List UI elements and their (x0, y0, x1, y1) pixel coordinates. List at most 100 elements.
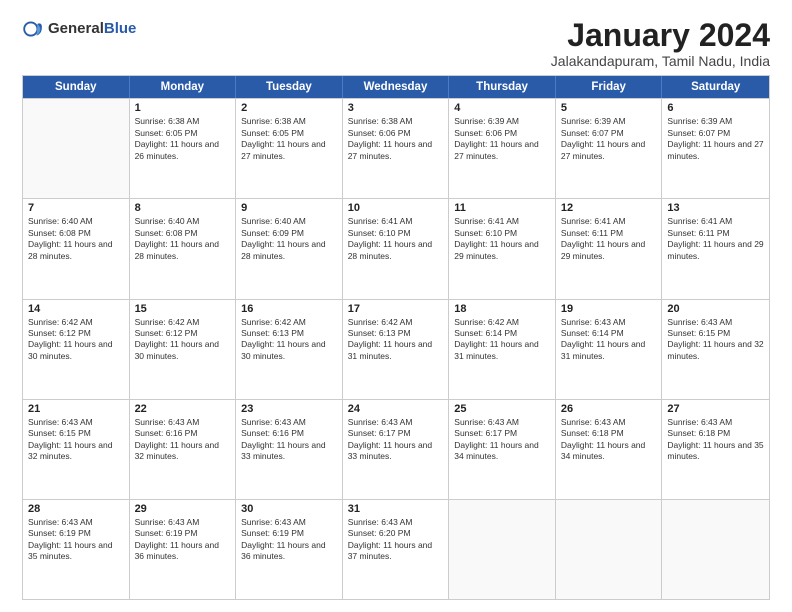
day-number: 13 (667, 202, 764, 214)
day-number: 7 (28, 202, 124, 214)
day-info: Sunrise: 6:41 AM Sunset: 6:10 PM Dayligh… (348, 216, 444, 262)
day-number: 31 (348, 503, 444, 515)
day-number: 19 (561, 303, 657, 315)
header-day-sunday: Sunday (23, 76, 130, 98)
day-cell-26: 26 Sunrise: 6:43 AM Sunset: 6:18 PM Dayli… (556, 400, 663, 499)
day-info: Sunrise: 6:42 AM Sunset: 6:12 PM Dayligh… (28, 317, 124, 363)
empty-cell (23, 99, 130, 198)
logo: GeneralBlue (22, 18, 136, 40)
day-number: 20 (667, 303, 764, 315)
day-info: Sunrise: 6:43 AM Sunset: 6:16 PM Dayligh… (241, 417, 337, 463)
day-cell-13: 13 Sunrise: 6:41 AM Sunset: 6:11 PM Dayli… (662, 199, 769, 298)
day-cell-28: 28Sunrise: 6:43 AM Sunset: 6:19 PM Dayli… (23, 500, 130, 599)
day-cell-19: 19 Sunrise: 6:43 AM Sunset: 6:14 PM Dayli… (556, 300, 663, 399)
day-cell-2: 2 Sunrise: 6:38 AM Sunset: 6:05 PM Daylig… (236, 99, 343, 198)
day-number: 28 (28, 503, 124, 515)
day-cell-31: 31 Sunrise: 6:43 AM Sunset: 6:20 PM Dayli… (343, 500, 450, 599)
day-number: 18 (454, 303, 550, 315)
day-number: 29 (135, 503, 231, 515)
day-number: 21 (28, 403, 124, 415)
day-cell-1: 1 Sunrise: 6:38 AM Sunset: 6:05 PM Daylig… (130, 99, 237, 198)
day-cell-8: 8 Sunrise: 6:40 AM Sunset: 6:08 PM Daylig… (130, 199, 237, 298)
day-info: Sunrise: 6:38 AM Sunset: 6:06 PM Dayligh… (348, 116, 444, 162)
day-info: Sunrise: 6:42 AM Sunset: 6:12 PM Dayligh… (135, 317, 231, 363)
day-number: 14 (28, 303, 124, 315)
day-info: Sunrise: 6:39 AM Sunset: 6:07 PM Dayligh… (561, 116, 657, 162)
day-info: Sunrise: 6:43 AM Sunset: 6:14 PM Dayligh… (561, 317, 657, 363)
calendar: SundayMondayTuesdayWednesdayThursdayFrid… (22, 75, 770, 600)
day-number: 25 (454, 403, 550, 415)
day-cell-10: 10 Sunrise: 6:41 AM Sunset: 6:10 PM Dayli… (343, 199, 450, 298)
day-number: 23 (241, 403, 337, 415)
day-number: 27 (667, 403, 764, 415)
day-cell-17: 17 Sunrise: 6:42 AM Sunset: 6:13 PM Dayli… (343, 300, 450, 399)
day-number: 30 (241, 503, 337, 515)
day-cell-6: 6Sunrise: 6:39 AM Sunset: 6:07 PM Daylig… (662, 99, 769, 198)
day-number: 4 (454, 102, 550, 114)
day-number: 10 (348, 202, 444, 214)
day-number: 22 (135, 403, 231, 415)
day-info: Sunrise: 6:39 AM Sunset: 6:07 PM Dayligh… (667, 116, 764, 162)
day-info: Sunrise: 6:43 AM Sunset: 6:17 PM Dayligh… (348, 417, 444, 463)
empty-cell (449, 500, 556, 599)
header: GeneralBlue January 2024 Jalakandapuram,… (22, 18, 770, 69)
day-cell-5: 5 Sunrise: 6:39 AM Sunset: 6:07 PM Daylig… (556, 99, 663, 198)
day-info: Sunrise: 6:42 AM Sunset: 6:13 PM Dayligh… (241, 317, 337, 363)
week-row-1: 1 Sunrise: 6:38 AM Sunset: 6:05 PM Daylig… (23, 98, 769, 198)
day-info: Sunrise: 6:43 AM Sunset: 6:15 PM Dayligh… (28, 417, 124, 463)
logo-text: GeneralBlue (48, 20, 136, 38)
week-row-3: 14 Sunrise: 6:42 AM Sunset: 6:12 PM Dayli… (23, 299, 769, 399)
header-day-thursday: Thursday (449, 76, 556, 98)
day-cell-9: 9Sunrise: 6:40 AM Sunset: 6:09 PM Daylig… (236, 199, 343, 298)
day-cell-23: 23 Sunrise: 6:43 AM Sunset: 6:16 PM Dayli… (236, 400, 343, 499)
day-number: 2 (241, 102, 337, 114)
day-info: Sunrise: 6:40 AM Sunset: 6:08 PM Dayligh… (135, 216, 231, 262)
day-cell-11: 11 Sunrise: 6:41 AM Sunset: 6:10 PM Dayli… (449, 199, 556, 298)
day-cell-14: 14 Sunrise: 6:42 AM Sunset: 6:12 PM Dayli… (23, 300, 130, 399)
day-number: 11 (454, 202, 550, 214)
day-number: 15 (135, 303, 231, 315)
week-row-2: 7 Sunrise: 6:40 AM Sunset: 6:08 PM Daylig… (23, 198, 769, 298)
day-number: 26 (561, 403, 657, 415)
day-info: Sunrise: 6:43 AM Sunset: 6:19 PM Dayligh… (135, 517, 231, 563)
day-info: Sunrise: 6:42 AM Sunset: 6:14 PM Dayligh… (454, 317, 550, 363)
day-info: Sunrise: 6:38 AM Sunset: 6:05 PM Dayligh… (241, 116, 337, 162)
day-info: Sunrise: 6:41 AM Sunset: 6:11 PM Dayligh… (667, 216, 764, 262)
day-number: 16 (241, 303, 337, 315)
day-cell-27: 27Sunrise: 6:43 AM Sunset: 6:18 PM Dayli… (662, 400, 769, 499)
day-info: Sunrise: 6:40 AM Sunset: 6:08 PM Dayligh… (28, 216, 124, 262)
day-info: Sunrise: 6:43 AM Sunset: 6:15 PM Dayligh… (667, 317, 764, 363)
header-day-monday: Monday (130, 76, 237, 98)
day-cell-29: 29 Sunrise: 6:43 AM Sunset: 6:19 PM Dayli… (130, 500, 237, 599)
header-day-friday: Friday (556, 76, 663, 98)
week-row-5: 28 Sunrise: 6:43 AM Sunset: 6:19 PM Dayli… (23, 499, 769, 599)
day-info: Sunrise: 6:38 AM Sunset: 6:05 PM Dayligh… (135, 116, 231, 162)
day-info: Sunrise: 6:43 AM Sunset: 6:17 PM Dayligh… (454, 417, 550, 463)
location-title: Jalakandapuram, Tamil Nadu, India (551, 53, 770, 69)
day-info: Sunrise: 6:42 AM Sunset: 6:13 PM Dayligh… (348, 317, 444, 363)
day-cell-7: 7 Sunrise: 6:40 AM Sunset: 6:08 PM Daylig… (23, 199, 130, 298)
day-info: Sunrise: 6:39 AM Sunset: 6:06 PM Dayligh… (454, 116, 550, 162)
logo-area: GeneralBlue (22, 18, 136, 40)
day-cell-21: 21 Sunrise: 6:43 AM Sunset: 6:15 PM Dayli… (23, 400, 130, 499)
day-cell-16: 16 Sunrise: 6:42 AM Sunset: 6:13 PM Dayli… (236, 300, 343, 399)
day-cell-3: 3Sunrise: 6:38 AM Sunset: 6:06 PM Daylig… (343, 99, 450, 198)
day-cell-20: 20 Sunrise: 6:43 AM Sunset: 6:15 PM Dayli… (662, 300, 769, 399)
day-info: Sunrise: 6:41 AM Sunset: 6:11 PM Dayligh… (561, 216, 657, 262)
day-number: 8 (135, 202, 231, 214)
logo-icon (22, 18, 44, 40)
day-info: Sunrise: 6:43 AM Sunset: 6:20 PM Dayligh… (348, 517, 444, 563)
empty-cell (662, 500, 769, 599)
day-number: 17 (348, 303, 444, 315)
day-cell-4: 4 Sunrise: 6:39 AM Sunset: 6:06 PM Daylig… (449, 99, 556, 198)
day-cell-24: 24Sunrise: 6:43 AM Sunset: 6:17 PM Dayli… (343, 400, 450, 499)
day-cell-22: 22Sunrise: 6:43 AM Sunset: 6:16 PM Dayli… (130, 400, 237, 499)
calendar-body: 1 Sunrise: 6:38 AM Sunset: 6:05 PM Daylig… (23, 98, 769, 599)
day-number: 5 (561, 102, 657, 114)
day-info: Sunrise: 6:43 AM Sunset: 6:18 PM Dayligh… (561, 417, 657, 463)
day-number: 1 (135, 102, 231, 114)
day-cell-15: 15 Sunrise: 6:42 AM Sunset: 6:12 PM Dayli… (130, 300, 237, 399)
header-day-tuesday: Tuesday (236, 76, 343, 98)
day-info: Sunrise: 6:41 AM Sunset: 6:10 PM Dayligh… (454, 216, 550, 262)
week-row-4: 21 Sunrise: 6:43 AM Sunset: 6:15 PM Dayli… (23, 399, 769, 499)
